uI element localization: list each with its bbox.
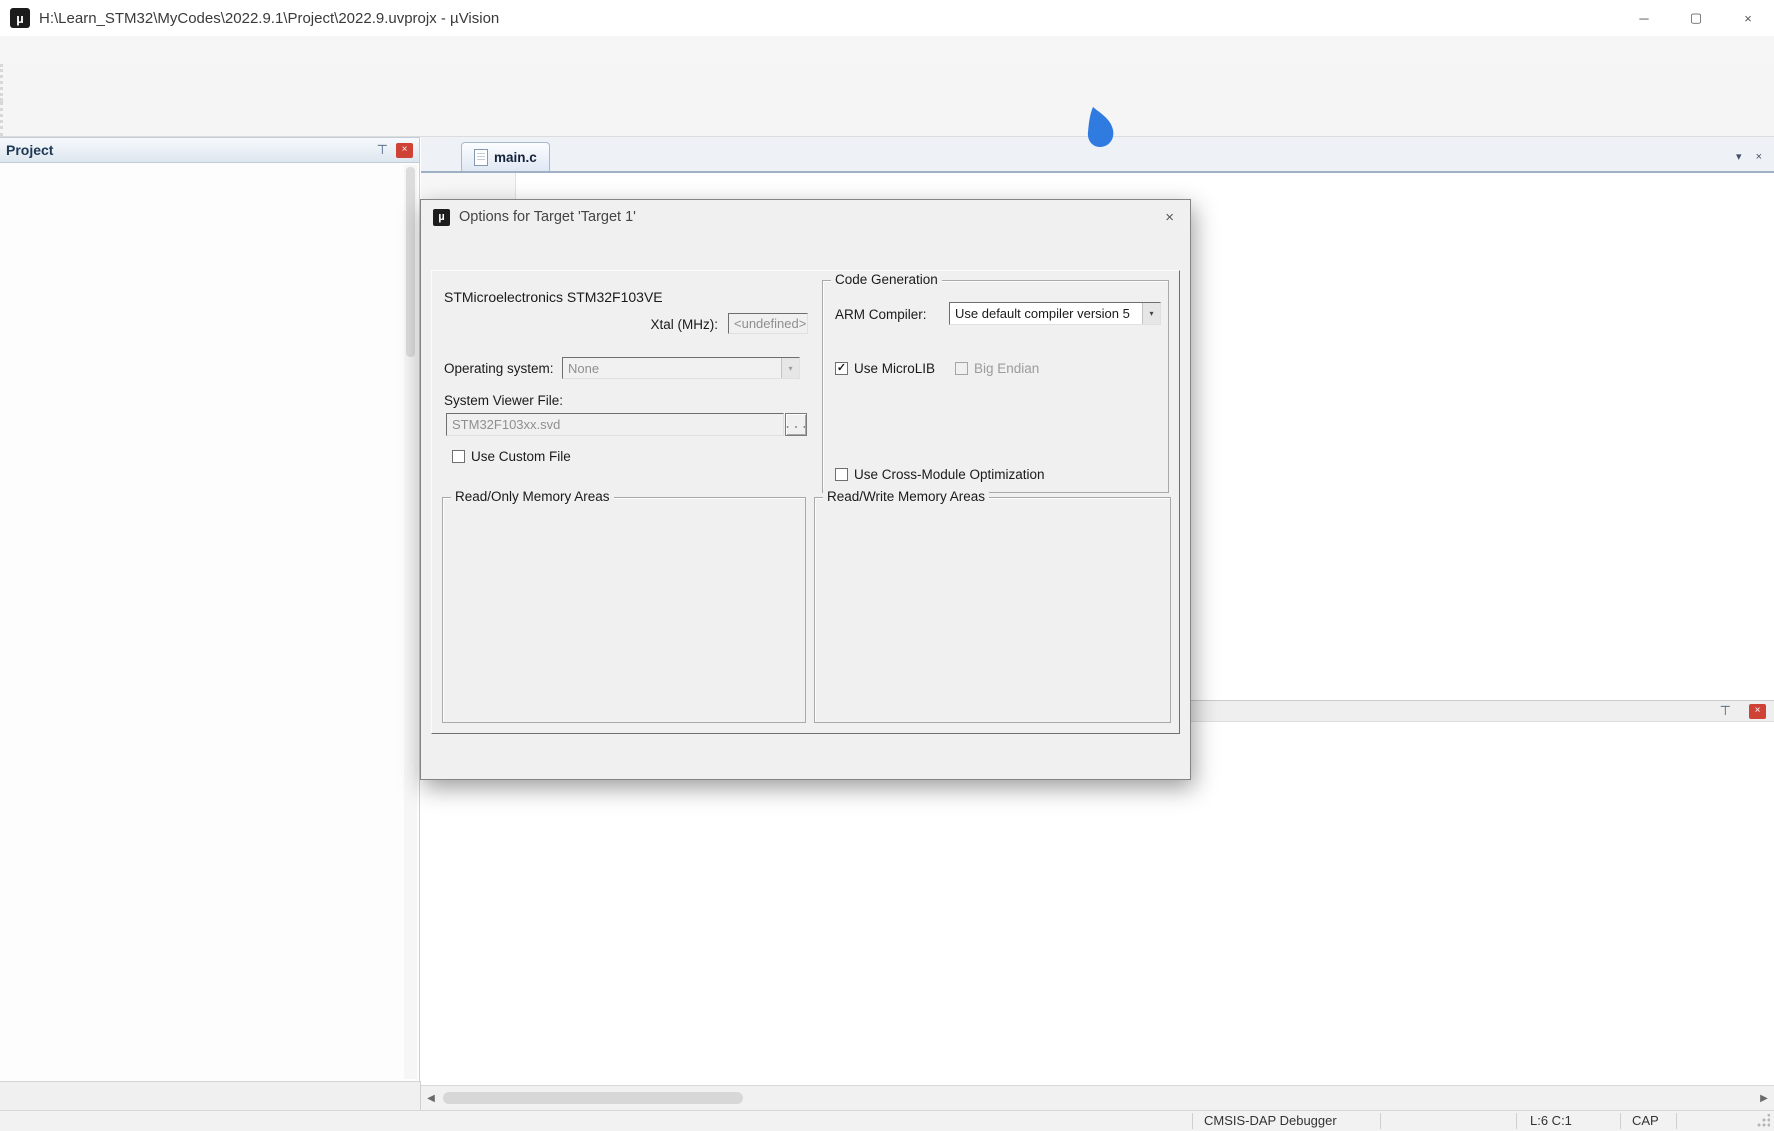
uvision-window: µ H:\Learn_STM32\MyCodes\2022.9.1\Projec… [0, 0, 1774, 1131]
code-generation-group: Code Generation ARM Compiler: Use defaul… [822, 280, 1169, 493]
read-only-memory-title: Read/Only Memory Areas [451, 489, 614, 504]
pin-icon[interactable]: ⊤ [377, 142, 388, 158]
dialog-close-button[interactable]: × [1161, 209, 1178, 226]
svd-input[interactable]: STM32F103xx.svd [446, 413, 784, 436]
dialog-titlebar: µ Options for Target 'Target 1' × [421, 200, 1190, 234]
file-toolbar [0, 64, 1774, 101]
read-write-memory-group: Read/Write Memory Areas [814, 497, 1171, 723]
read-write-memory-title: Read/Write Memory Areas [823, 489, 989, 504]
minimize-button[interactable]: ─ [1618, 0, 1670, 36]
chevron-down-icon[interactable]: ▾ [781, 358, 799, 378]
window-title: H:\Learn_STM32\MyCodes\2022.9.1\Project\… [39, 10, 499, 27]
operating-system-select[interactable]: None ▾ [562, 357, 800, 379]
window-controls: ─▢× [1618, 0, 1774, 36]
dialog-logo-glyph: µ [438, 211, 444, 223]
output-horizontal-scrollbar[interactable]: ◀ ▶ [421, 1085, 1774, 1110]
scrollbar-thumb[interactable] [443, 1092, 743, 1104]
xtal-value: <undefined> [734, 316, 806, 331]
use-custom-file-checkbox[interactable] [452, 450, 465, 463]
maximize-button[interactable]: ▢ [1670, 0, 1722, 36]
cross-module-row: Use Cross-Module Optimization [835, 467, 1045, 482]
svd-label: System Viewer File: [444, 393, 563, 408]
close-button[interactable]: × [1722, 0, 1774, 36]
device-name: STMicroelectronics STM32F103VE [444, 289, 663, 305]
big-endian-label: Big Endian [974, 361, 1039, 376]
dialog-buttons [421, 746, 1190, 774]
project-tree [0, 163, 420, 1081]
editor-tab-controls: ▾ × [1736, 150, 1774, 171]
titlebar: µ H:\Learn_STM32\MyCodes\2022.9.1\Projec… [0, 0, 1774, 37]
statusbar: CMSIS-DAP Debugger L:6 C:1 CAP [0, 1110, 1774, 1131]
close-editor-icon[interactable]: × [1756, 151, 1762, 163]
operating-system-label: Operating system: [444, 361, 554, 376]
xtal-label: Xtal (MHz): [600, 317, 718, 332]
use-microlib-row: ✓ Use MicroLIB [835, 361, 935, 376]
menubar [0, 36, 1774, 64]
xtal-input[interactable]: <undefined> [728, 313, 808, 334]
arm-compiler-value: Use default compiler version 5 [950, 306, 1142, 321]
arm-compiler-select[interactable]: Use default compiler version 5 ▾ [949, 302, 1161, 325]
file-icon [474, 149, 488, 166]
close-project-panel-button[interactable]: × [396, 143, 413, 158]
statusbar-cursor-position: L:6 C:1 [1530, 1113, 1572, 1128]
code-generation-title: Code Generation [831, 272, 942, 287]
tab-list-icon[interactable]: ▾ [1736, 150, 1742, 163]
editor-tab-label: main.c [494, 150, 537, 165]
project-panel-header: Project ⊤ × [0, 137, 420, 163]
svd-browse-button[interactable]: ... [785, 413, 807, 436]
build-toolbar [0, 101, 1774, 137]
big-endian-row: Big Endian [955, 361, 1039, 376]
use-custom-file-row: Use Custom File [452, 449, 571, 464]
pen-cursor [1086, 106, 1116, 148]
statusbar-debugger: CMSIS-DAP Debugger [1204, 1113, 1337, 1128]
cross-module-checkbox[interactable] [835, 468, 848, 481]
close-output-panel-button[interactable]: × [1749, 704, 1766, 719]
options-dialog: µ Options for Target 'Target 1' × STMicr… [420, 199, 1191, 780]
project-scrollbar-thumb[interactable] [406, 167, 415, 357]
workspace-tabs [0, 1081, 421, 1110]
project-scrollbar[interactable] [404, 165, 417, 1079]
scroll-right-icon[interactable]: ▶ [1754, 1093, 1774, 1104]
dialog-logo-icon: µ [433, 209, 450, 226]
use-microlib-label: Use MicroLIB [854, 361, 935, 376]
app-logo-icon: µ [10, 8, 30, 28]
project-panel-title: Project [6, 142, 53, 158]
pin-icon[interactable]: ⊤ [1720, 703, 1731, 719]
svd-value: STM32F103xx.svd [452, 417, 560, 432]
use-custom-file-label: Use Custom File [471, 449, 571, 464]
arm-compiler-label: ARM Compiler: [835, 307, 927, 322]
check-icon: ✓ [837, 363, 846, 374]
cross-module-label: Use Cross-Module Optimization [854, 467, 1045, 482]
scroll-left-icon[interactable]: ◀ [421, 1093, 441, 1104]
use-microlib-checkbox[interactable]: ✓ [835, 362, 848, 375]
big-endian-checkbox[interactable] [955, 362, 968, 375]
dialog-title: Options for Target 'Target 1' [459, 209, 636, 225]
app-logo-glyph: µ [16, 11, 24, 26]
read-only-memory-group: Read/Only Memory Areas [442, 497, 806, 723]
chevron-down-icon[interactable]: ▾ [1142, 303, 1160, 324]
operating-system-value: None [563, 361, 781, 376]
editor-tab-main-c[interactable]: main.c [461, 142, 550, 171]
statusbar-caps-indicator: CAP [1632, 1113, 1659, 1128]
target-tab-page: STMicroelectronics STM32F103VE Xtal (MHz… [431, 270, 1180, 734]
resize-grip-icon [1756, 1114, 1770, 1128]
